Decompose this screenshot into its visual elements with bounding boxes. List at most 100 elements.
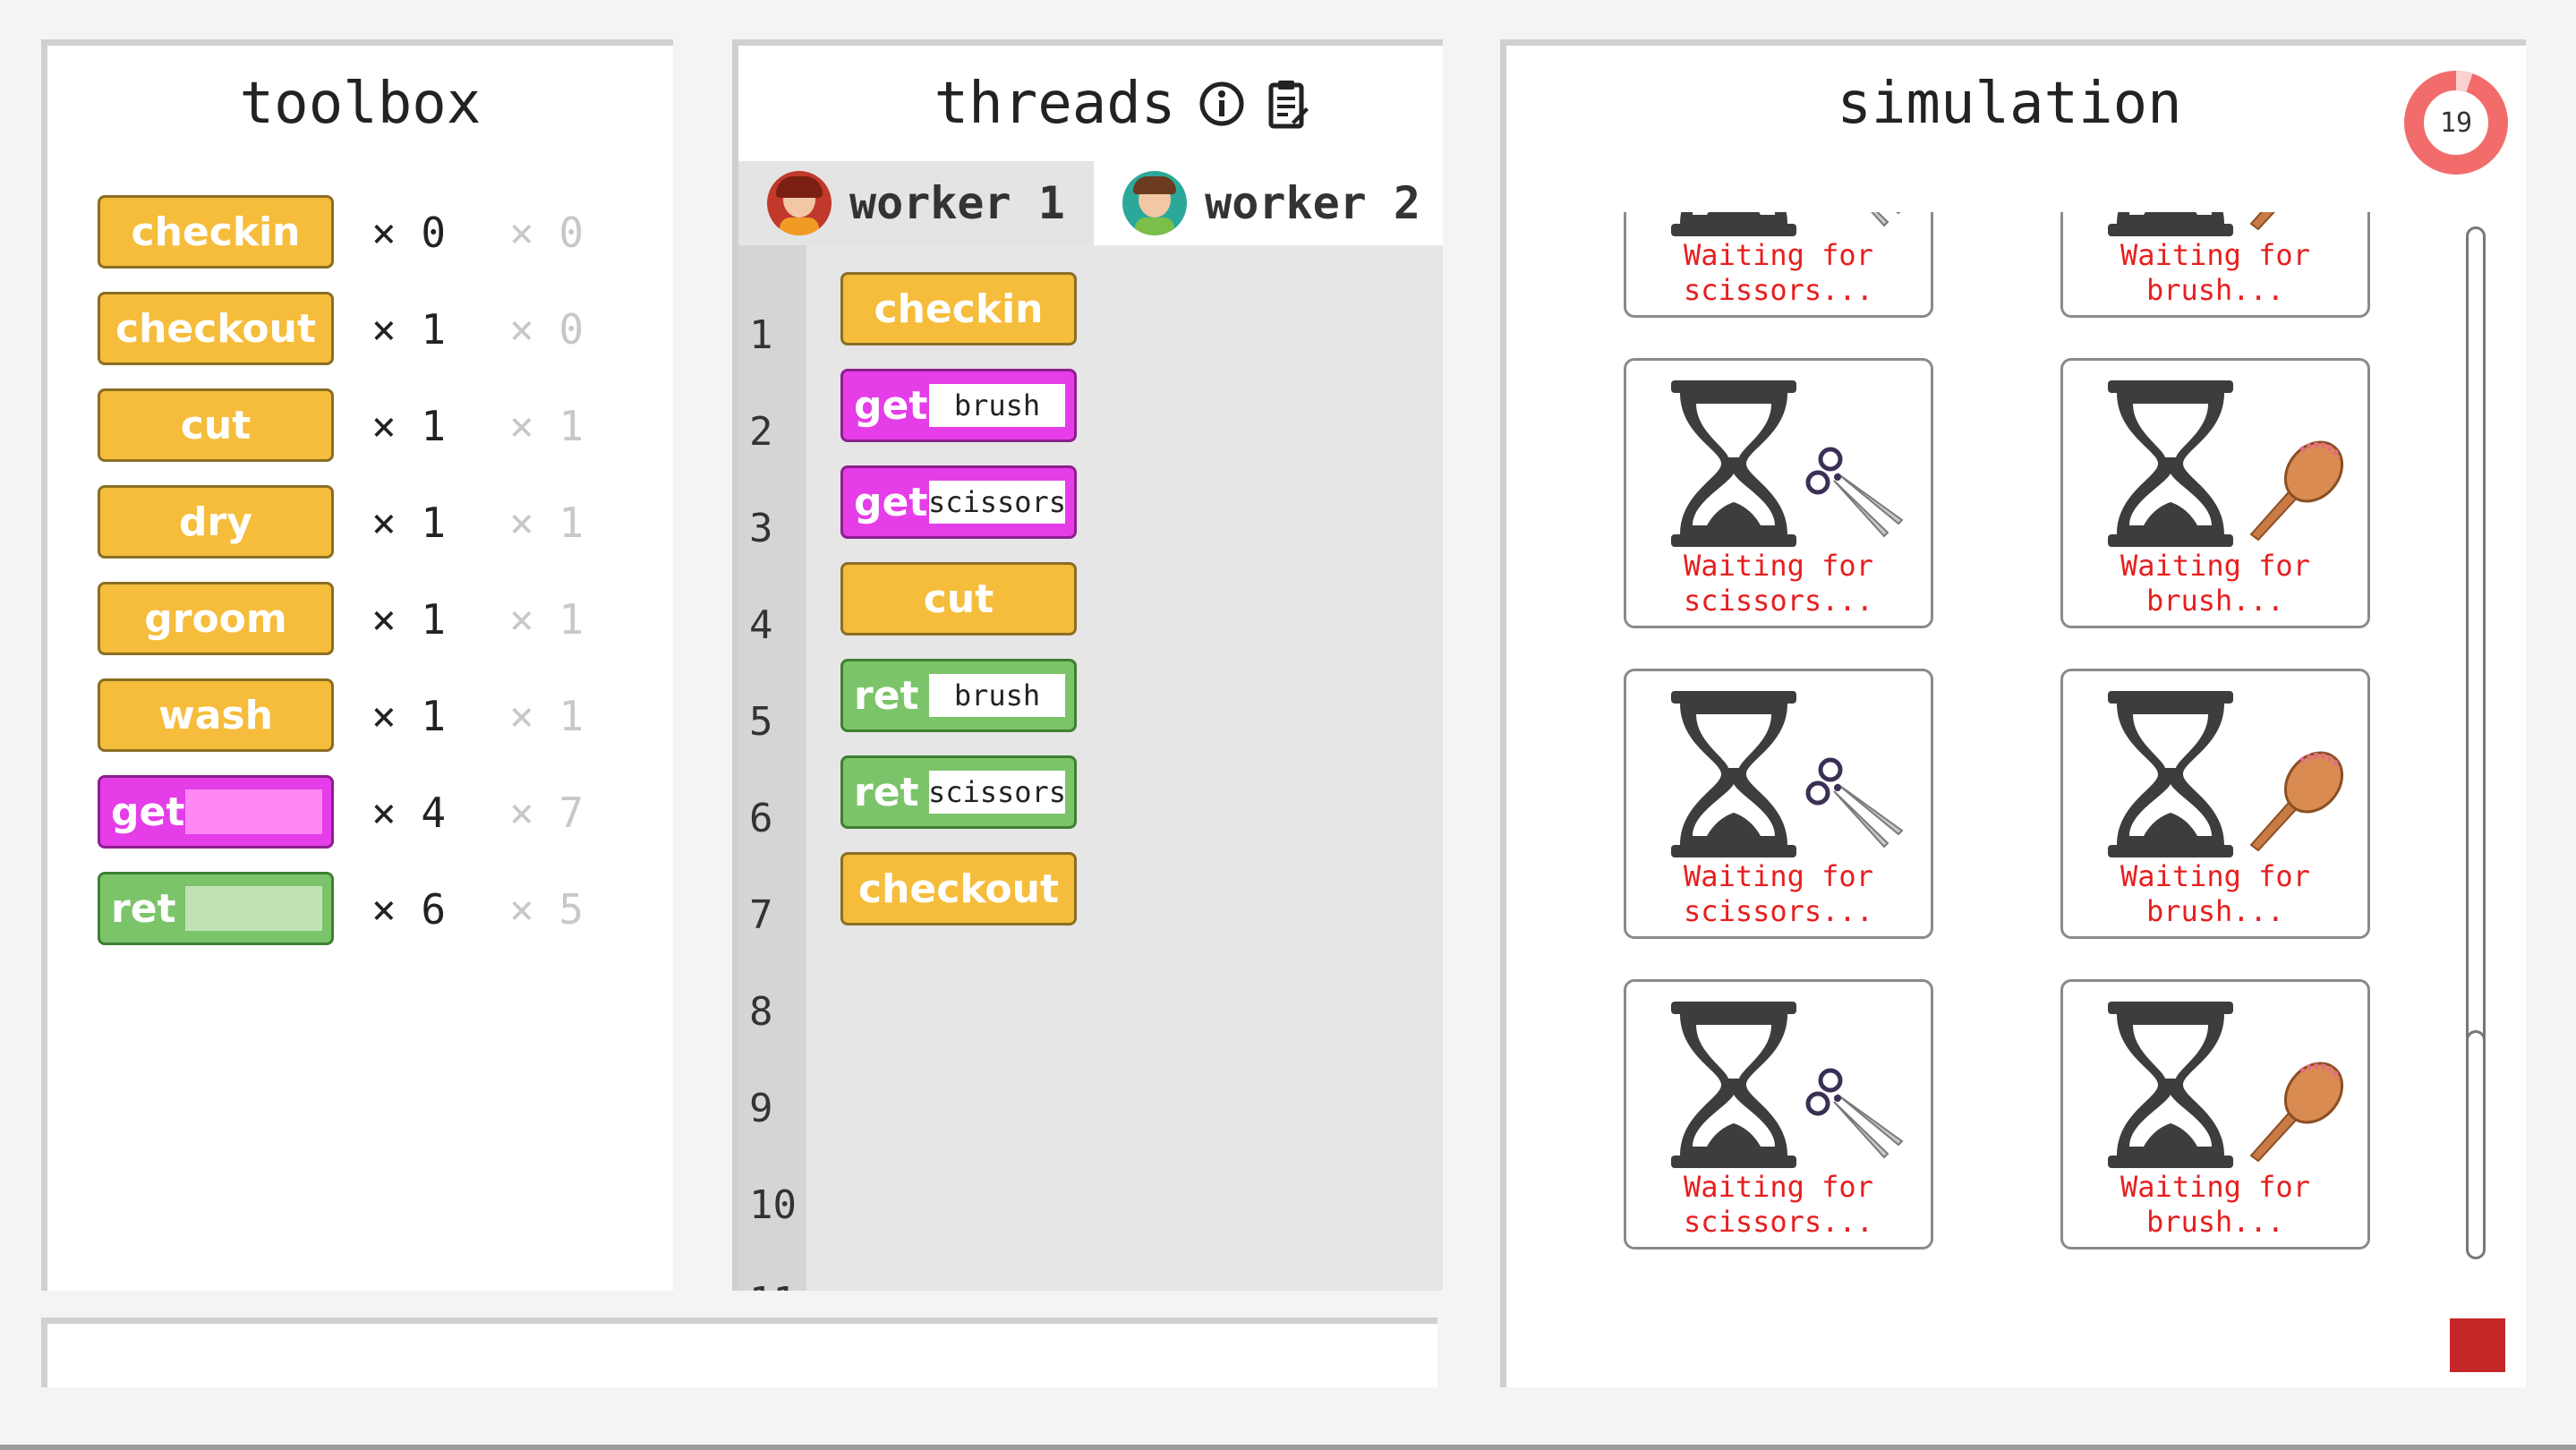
waiting-status-text: Waiting for scissors... [1684,238,1873,307]
worker-status-card: Waiting for brush... [2060,669,2370,939]
toolbox-count: × 4 [371,789,447,837]
line-number: 4 [749,602,773,648]
info-icon[interactable] [1198,81,1245,127]
line-number: 10 [749,1182,797,1228]
simulation-title: simulation [1837,71,2182,137]
toolbox-count: × 0 [371,209,447,257]
code-keyword: get [854,479,928,525]
line-gutter [738,245,806,1291]
tab-worker-1[interactable]: worker 1 [738,161,1095,245]
toolbox-limit: × 1 [509,595,584,644]
simulation-panel: simulation 19 Waiting for scissors... Wait… [1500,39,2526,1387]
toolbox-limit: × 7 [509,789,584,837]
code-argument[interactable]: scissors [928,771,1066,814]
toolbox-count: × 6 [371,885,447,934]
code-line-2-block[interactable]: get brush [840,369,1077,442]
toolbox-limit: × 1 [509,499,584,547]
code-editor[interactable]: 1234567891011 checkingetbrushgetscissors… [738,245,1443,1291]
toolbox-block-checkin[interactable]: checkin [98,195,334,269]
hourglass-icon [1671,1002,1796,1168]
threads-title-row: threads [738,71,1443,137]
worker-status-card: Waiting for scissors... [1624,979,1933,1250]
waiting-status-text: Waiting for brush... [2120,1170,2310,1239]
toolbox-block-cut[interactable]: cut [98,388,334,462]
scissors-icon [1805,1068,1904,1159]
toolbox-count: × 1 [371,595,447,644]
toolbox-block-groom[interactable]: groom [98,582,334,655]
line-number: 11 [749,1279,797,1291]
tab-worker-2[interactable]: worker 2 [1094,161,1443,245]
hourglass-icon [1671,691,1796,857]
hourglass-icon [2108,1002,2233,1168]
toolbox-block-wash[interactable]: wash [98,678,334,752]
worker-tabs: worker 1 worker 2 [738,161,1443,245]
scissors-icon [1871,212,1901,227]
threads-panel: threads worker 1 worker 2 1 2 3 4 5 6 7 … [732,39,1443,1291]
code-argument[interactable]: brush [929,674,1065,717]
line-number: 8 [749,989,773,1035]
worker-status-card: Waiting for scissors... [1624,358,1933,628]
code-argument[interactable]: scissors [928,481,1066,524]
code-argument[interactable]: brush [929,384,1065,427]
code-line-6-block[interactable]: ret scissors [840,755,1077,829]
toolbox-limit: × 5 [509,885,584,934]
brush-icon [2249,440,2344,542]
toolbox-block-ret[interactable]: ret [98,872,334,945]
worker-status-card: Waiting for scissors... [1624,212,1933,318]
code-keyword: cut [923,576,994,622]
code-keyword: ret [854,769,919,815]
toolbox-block-slot [185,886,322,931]
toolbox-title: toolbox [239,71,482,137]
toolbox-block-label: groom [144,595,287,642]
line-number: 5 [749,699,773,745]
toolbox-count: × 1 [371,499,447,547]
worker-status-card: Waiting for brush... [2060,358,2370,628]
code-keyword: ret [854,672,919,719]
toolbox-block-slot [185,789,322,834]
toolbox-block-checkout[interactable]: checkout [98,292,334,365]
line-number: 9 [749,1086,773,1131]
hourglass-icon [2108,380,2233,547]
simulation-scrollbar[interactable] [2466,226,2486,1259]
code-line-3-block[interactable]: get scissors [840,465,1077,539]
toolbox-block-label: get [111,789,185,835]
code-line-1-block[interactable]: checkin [840,272,1077,345]
code-line-7-block[interactable]: checkout [840,852,1077,925]
hourglass-icon [2108,212,2233,236]
brush-icon [2249,1062,2344,1163]
code-line-5-block[interactable]: ret brush [840,659,1077,732]
toolbox-block-label: cut [180,402,252,448]
toolbox-count: × 1 [371,305,447,354]
brush-icon [2249,751,2344,852]
tab-worker-2-label: worker 2 [1205,177,1420,229]
scissors-icon [1805,757,1904,849]
worker-status-card: Waiting for brush... [2060,979,2370,1250]
scrollbar-thumb[interactable] [2466,1030,2486,1259]
stop-button[interactable] [2450,1318,2505,1372]
waiting-status-text: Waiting for brush... [2120,549,2310,618]
toolbox-block-label: checkin [131,209,301,255]
line-number: 2 [749,409,773,455]
worker-1-avatar [767,171,832,235]
hourglass-icon [1671,212,1796,236]
bottom-divider [0,1445,2576,1450]
code-keyword: checkin [874,286,1044,332]
waiting-status-text: Waiting for scissors... [1684,549,1873,618]
line-number: 7 [749,892,773,938]
clipboard-icon[interactable] [1268,79,1309,129]
worker-status-card: Waiting for scissors... [1624,669,1933,939]
toolbox-limit: × 1 [509,402,584,450]
toolbox-block-get[interactable]: get [98,775,334,849]
waiting-status-text: Waiting for brush... [2120,238,2310,307]
worker-cards-viewport: Waiting for scissors... Waiting for brush..… [1506,212,2473,1342]
toolbox-block-label: ret [111,885,176,932]
toolbox-limit: × 0 [509,305,584,354]
brush-icon [2249,212,2275,231]
waiting-status-text: Waiting for scissors... [1684,859,1873,928]
waiting-status-text: Waiting for brush... [2120,859,2310,928]
code-line-4-block[interactable]: cut [840,562,1077,635]
toolbox-count: × 1 [371,692,447,740]
tab-worker-1-label: worker 1 [849,177,1065,229]
toolbox-block-dry[interactable]: dry [98,485,334,559]
code-keyword: checkout [858,866,1059,912]
